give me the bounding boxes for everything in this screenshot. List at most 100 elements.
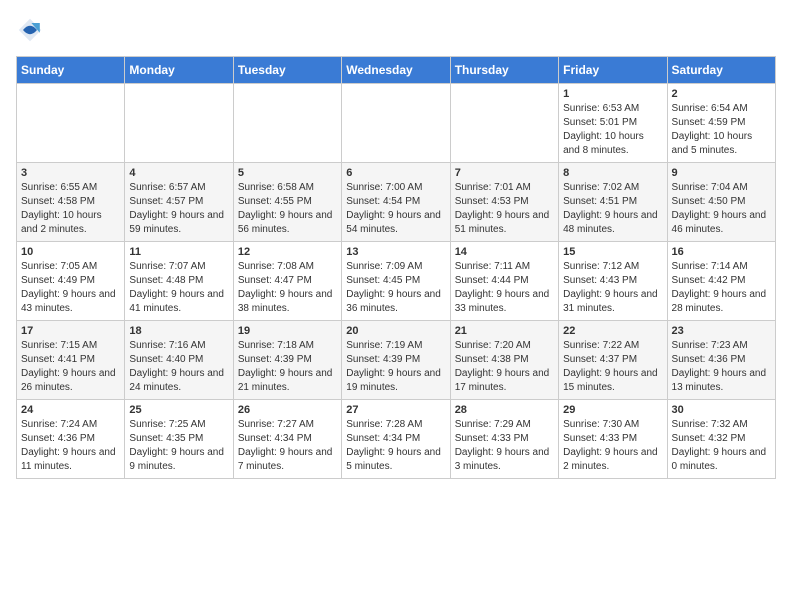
calendar-cell: 22 Sunrise: 7:22 AM Sunset: 4:37 PM Dayli… <box>559 321 667 400</box>
day-info: Sunrise: 7:32 AM Sunset: 4:32 PM Dayligh… <box>672 418 771 474</box>
day-number: 4 <box>129 167 228 179</box>
day-info: Sunrise: 7:15 AM Sunset: 4:41 PM Dayligh… <box>21 339 120 395</box>
calendar-cell: 11Sunrise: 7:07 AM Sunset: 4:48 PM Dayli… <box>125 242 233 321</box>
day-number: 21 <box>455 325 554 337</box>
day-info: Sunrise: 6:54 AM Sunset: 4:59 PM Dayligh… <box>672 102 771 158</box>
calendar-cell: 20 Sunrise: 7:19 AM Sunset: 4:39 PM Dayli… <box>342 321 450 400</box>
day-number: 23 <box>672 325 771 337</box>
day-number: 16 <box>672 246 771 258</box>
weekday-header: Wednesday <box>342 57 450 84</box>
calendar-cell: 4 Sunrise: 6:57 AM Sunset: 4:57 PM Daylig… <box>125 163 233 242</box>
calendar-cell: 14Sunrise: 7:11 AM Sunset: 4:44 PM Dayli… <box>450 242 558 321</box>
day-number: 24 <box>21 404 120 416</box>
calendar-week-row: 3 Sunrise: 6:55 AM Sunset: 4:58 PM Daylig… <box>17 163 776 242</box>
day-info: Sunrise: 7:22 AM Sunset: 4:37 PM Dayligh… <box>563 339 662 395</box>
calendar-cell <box>17 84 125 163</box>
calendar-header-row: SundayMondayTuesdayWednesdayThursdayFrid… <box>17 57 776 84</box>
day-info: Sunrise: 6:58 AM Sunset: 4:55 PM Dayligh… <box>238 181 337 237</box>
day-number: 1 <box>563 88 662 100</box>
calendar-cell: 2 Sunrise: 6:54 AM Sunset: 4:59 PM Daylig… <box>667 84 775 163</box>
calendar-week-row: 10Sunrise: 7:05 AM Sunset: 4:49 PM Dayli… <box>17 242 776 321</box>
calendar-table: SundayMondayTuesdayWednesdayThursdayFrid… <box>16 56 776 479</box>
calendar-cell: 12 Sunrise: 7:08 AM Sunset: 4:47 PM Dayli… <box>233 242 341 321</box>
calendar-cell: 16 Sunrise: 7:14 AM Sunset: 4:42 PM Dayli… <box>667 242 775 321</box>
day-number: 5 <box>238 167 337 179</box>
weekday-header: Sunday <box>17 57 125 84</box>
calendar-cell: 25 Sunrise: 7:25 AM Sunset: 4:35 PM Dayli… <box>125 400 233 479</box>
day-number: 27 <box>346 404 445 416</box>
day-info: Sunrise: 7:00 AM Sunset: 4:54 PM Dayligh… <box>346 181 445 237</box>
calendar-cell: 3 Sunrise: 6:55 AM Sunset: 4:58 PM Daylig… <box>17 163 125 242</box>
day-number: 22 <box>563 325 662 337</box>
day-number: 28 <box>455 404 554 416</box>
page-header <box>16 16 776 44</box>
calendar-cell: 9 Sunrise: 7:04 AM Sunset: 4:50 PM Daylig… <box>667 163 775 242</box>
day-info: Sunrise: 7:16 AM Sunset: 4:40 PM Dayligh… <box>129 339 228 395</box>
calendar-week-row: 1 Sunrise: 6:53 AM Sunset: 5:01 PM Daylig… <box>17 84 776 163</box>
day-info: Sunrise: 7:23 AM Sunset: 4:36 PM Dayligh… <box>672 339 771 395</box>
day-info: Sunrise: 7:04 AM Sunset: 4:50 PM Dayligh… <box>672 181 771 237</box>
day-number: 8 <box>563 167 662 179</box>
day-number: 13 <box>346 246 445 258</box>
calendar-cell: 1 Sunrise: 6:53 AM Sunset: 5:01 PM Daylig… <box>559 84 667 163</box>
calendar-cell: 30 Sunrise: 7:32 AM Sunset: 4:32 PM Dayli… <box>667 400 775 479</box>
day-info: Sunrise: 7:25 AM Sunset: 4:35 PM Dayligh… <box>129 418 228 474</box>
calendar-cell: 29Sunrise: 7:30 AM Sunset: 4:33 PM Dayli… <box>559 400 667 479</box>
calendar-cell: 7 Sunrise: 7:01 AM Sunset: 4:53 PM Daylig… <box>450 163 558 242</box>
calendar-cell <box>233 84 341 163</box>
calendar-cell: 6 Sunrise: 7:00 AM Sunset: 4:54 PM Daylig… <box>342 163 450 242</box>
calendar-cell: 26Sunrise: 7:27 AM Sunset: 4:34 PM Dayli… <box>233 400 341 479</box>
day-info: Sunrise: 7:29 AM Sunset: 4:33 PM Dayligh… <box>455 418 554 474</box>
calendar-cell: 27 Sunrise: 7:28 AM Sunset: 4:34 PM Dayli… <box>342 400 450 479</box>
day-number: 7 <box>455 167 554 179</box>
day-info: Sunrise: 6:53 AM Sunset: 5:01 PM Dayligh… <box>563 102 662 158</box>
day-info: Sunrise: 7:20 AM Sunset: 4:38 PM Dayligh… <box>455 339 554 395</box>
day-number: 30 <box>672 404 771 416</box>
calendar-cell: 5 Sunrise: 6:58 AM Sunset: 4:55 PM Daylig… <box>233 163 341 242</box>
day-info: Sunrise: 7:12 AM Sunset: 4:43 PM Dayligh… <box>563 260 662 316</box>
calendar-cell: 17Sunrise: 7:15 AM Sunset: 4:41 PM Dayli… <box>17 321 125 400</box>
day-info: Sunrise: 7:05 AM Sunset: 4:49 PM Dayligh… <box>21 260 120 316</box>
day-number: 9 <box>672 167 771 179</box>
day-info: Sunrise: 7:02 AM Sunset: 4:51 PM Dayligh… <box>563 181 662 237</box>
calendar-cell: 24 Sunrise: 7:24 AM Sunset: 4:36 PM Dayli… <box>17 400 125 479</box>
calendar-cell: 8 Sunrise: 7:02 AM Sunset: 4:51 PM Daylig… <box>559 163 667 242</box>
logo-icon <box>16 16 44 44</box>
day-info: Sunrise: 7:14 AM Sunset: 4:42 PM Dayligh… <box>672 260 771 316</box>
day-number: 18 <box>129 325 228 337</box>
day-number: 29 <box>563 404 662 416</box>
day-info: Sunrise: 7:18 AM Sunset: 4:39 PM Dayligh… <box>238 339 337 395</box>
calendar-cell: 23 Sunrise: 7:23 AM Sunset: 4:36 PM Dayli… <box>667 321 775 400</box>
day-number: 2 <box>672 88 771 100</box>
day-number: 12 <box>238 246 337 258</box>
logo <box>16 16 48 44</box>
calendar-cell <box>342 84 450 163</box>
day-info: Sunrise: 7:08 AM Sunset: 4:47 PM Dayligh… <box>238 260 337 316</box>
day-info: Sunrise: 7:01 AM Sunset: 4:53 PM Dayligh… <box>455 181 554 237</box>
day-info: Sunrise: 7:27 AM Sunset: 4:34 PM Dayligh… <box>238 418 337 474</box>
calendar-cell: 19 Sunrise: 7:18 AM Sunset: 4:39 PM Dayli… <box>233 321 341 400</box>
day-number: 19 <box>238 325 337 337</box>
calendar-cell: 15 Sunrise: 7:12 AM Sunset: 4:43 PM Dayli… <box>559 242 667 321</box>
weekday-header: Thursday <box>450 57 558 84</box>
day-info: Sunrise: 6:57 AM Sunset: 4:57 PM Dayligh… <box>129 181 228 237</box>
calendar-cell <box>450 84 558 163</box>
day-number: 3 <box>21 167 120 179</box>
day-info: Sunrise: 7:07 AM Sunset: 4:48 PM Dayligh… <box>129 260 228 316</box>
day-info: Sunrise: 7:19 AM Sunset: 4:39 PM Dayligh… <box>346 339 445 395</box>
day-info: Sunrise: 7:28 AM Sunset: 4:34 PM Dayligh… <box>346 418 445 474</box>
day-info: Sunrise: 7:09 AM Sunset: 4:45 PM Dayligh… <box>346 260 445 316</box>
calendar-cell: 21 Sunrise: 7:20 AM Sunset: 4:38 PM Dayli… <box>450 321 558 400</box>
calendar-cell <box>125 84 233 163</box>
weekday-header: Saturday <box>667 57 775 84</box>
calendar-cell: 10Sunrise: 7:05 AM Sunset: 4:49 PM Dayli… <box>17 242 125 321</box>
day-info: Sunrise: 7:24 AM Sunset: 4:36 PM Dayligh… <box>21 418 120 474</box>
calendar-week-row: 24 Sunrise: 7:24 AM Sunset: 4:36 PM Dayli… <box>17 400 776 479</box>
day-number: 25 <box>129 404 228 416</box>
day-number: 20 <box>346 325 445 337</box>
day-number: 6 <box>346 167 445 179</box>
calendar-week-row: 17Sunrise: 7:15 AM Sunset: 4:41 PM Dayli… <box>17 321 776 400</box>
day-info: Sunrise: 6:55 AM Sunset: 4:58 PM Dayligh… <box>21 181 120 237</box>
day-number: 15 <box>563 246 662 258</box>
day-number: 14 <box>455 246 554 258</box>
